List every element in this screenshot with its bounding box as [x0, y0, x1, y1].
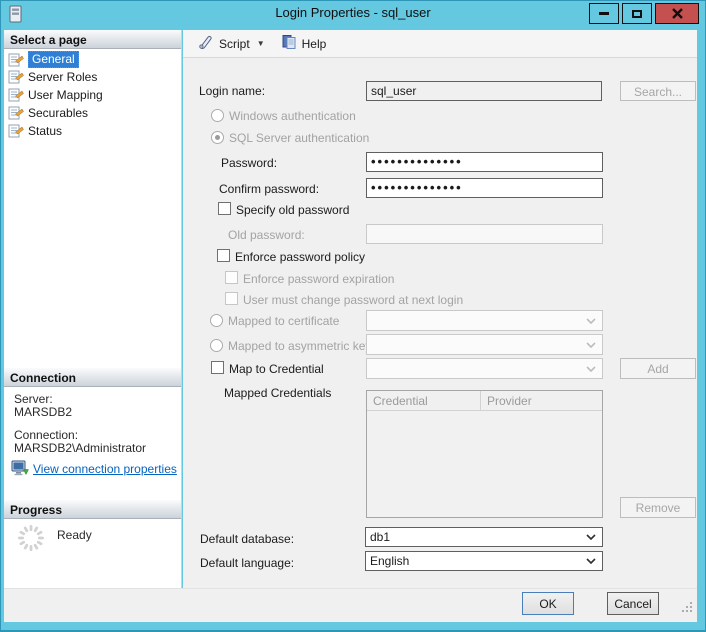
map-to-credential-label: Map to Credential — [229, 362, 324, 376]
script-label: Script — [219, 37, 250, 51]
mapped-to-asymmetric-key-label: Mapped to asymmetric key — [228, 339, 371, 353]
page-icon — [8, 87, 24, 102]
mapped-to-certificate-label: Mapped to certificate — [228, 314, 339, 328]
default-database-label: Default database: — [200, 532, 294, 546]
sidebar-item-label: Server Roles — [28, 70, 97, 84]
chevron-down-icon — [586, 318, 596, 324]
sql-authentication-label: SQL Server authentication — [229, 131, 369, 145]
script-icon — [196, 34, 214, 53]
map-to-credential-checkbox[interactable] — [211, 361, 224, 374]
sidebar-item-status[interactable]: Status — [8, 122, 62, 139]
login-name-input[interactable]: sql_user — [366, 81, 602, 101]
must-change-password-checkbox[interactable] — [225, 292, 238, 305]
page-icon — [8, 105, 24, 120]
default-database-combobox[interactable]: db1 — [365, 527, 603, 547]
sidebar-item-server-roles[interactable]: Server Roles — [8, 68, 97, 85]
sidebar-item-securables[interactable]: Securables — [8, 104, 88, 121]
ok-button[interactable]: OK — [522, 592, 574, 615]
minimize-button[interactable] — [589, 3, 619, 24]
select-a-page-header: Select a page — [4, 30, 181, 49]
default-database-value: db1 — [370, 530, 390, 544]
titlebar[interactable]: Login Properties - sql_user — [0, 0, 706, 28]
minimize-icon — [599, 12, 609, 15]
help-button[interactable]: Help — [277, 32, 331, 55]
script-dropdown-icon[interactable]: ▼ — [257, 39, 265, 48]
password-input[interactable]: •••••••••••••• — [366, 152, 603, 172]
remove-button[interactable]: Remove — [620, 497, 696, 518]
connection-label: Connection: — [14, 428, 78, 442]
sidebar: Select a page General Server Roles User … — [4, 30, 182, 588]
enforce-password-policy-checkbox[interactable] — [217, 249, 230, 262]
server-value: MARSDB2 — [14, 405, 72, 419]
sidebar-item-general[interactable]: General — [8, 51, 79, 68]
footer-bar: OK Cancel — [4, 588, 697, 622]
password-label: Password: — [221, 156, 277, 170]
windows-authentication-radio[interactable] — [211, 109, 224, 122]
server-label: Server: — [14, 392, 53, 406]
page-icon — [8, 69, 24, 84]
connection-value: MARSDB2\Administrator — [14, 441, 146, 455]
enforce-password-expiration-checkbox[interactable] — [225, 271, 238, 284]
page-icon — [8, 123, 24, 138]
old-password-input[interactable] — [366, 224, 603, 244]
default-language-value: English — [370, 554, 409, 568]
default-language-label: Default language: — [200, 556, 294, 570]
specify-old-password-label: Specify old password — [236, 203, 349, 217]
credential-combobox[interactable] — [366, 358, 603, 379]
progress-status: Ready — [57, 528, 92, 542]
resize-grip[interactable] — [682, 600, 693, 618]
confirm-password-label: Confirm password: — [219, 182, 319, 196]
enforce-password-policy-label: Enforce password policy — [235, 250, 365, 264]
page-icon — [8, 52, 24, 67]
maximize-button[interactable] — [622, 3, 652, 24]
progress-header: Progress — [4, 500, 181, 519]
connection-header: Connection — [4, 368, 181, 387]
provider-column-header[interactable]: Provider — [481, 391, 602, 410]
progress-spinner-icon — [15, 522, 47, 559]
table-header-row: Credential Provider — [367, 391, 602, 411]
help-icon — [281, 34, 297, 53]
old-password-label: Old password: — [228, 228, 305, 242]
chevron-down-icon — [586, 558, 596, 564]
close-button[interactable] — [655, 3, 699, 24]
must-change-password-label: User must change password at next login — [243, 293, 463, 307]
sidebar-item-label: General — [28, 51, 79, 68]
sidebar-item-label: User Mapping — [28, 88, 103, 102]
chevron-down-icon — [586, 366, 596, 372]
asymmetric-key-combobox[interactable] — [366, 334, 603, 355]
mapped-to-certificate-radio[interactable] — [210, 314, 223, 327]
sql-authentication-radio[interactable] — [211, 131, 224, 144]
window-controls — [589, 3, 699, 24]
credential-column-header[interactable]: Credential — [367, 391, 481, 410]
chevron-down-icon — [586, 342, 596, 348]
windows-authentication-label: Windows authentication — [229, 109, 356, 123]
default-language-combobox[interactable]: English — [365, 551, 603, 571]
close-icon — [672, 8, 683, 19]
confirm-password-input[interactable]: •••••••••••••• — [366, 178, 603, 198]
connection-properties-icon — [11, 460, 30, 482]
mapped-credentials-table[interactable]: Credential Provider — [366, 390, 603, 518]
login-name-label: Login name: — [199, 84, 265, 98]
search-button[interactable]: Search... — [620, 81, 696, 101]
maximize-icon — [632, 10, 642, 18]
confirm-password-dots: •••••••••••••• — [371, 180, 463, 195]
mapped-to-asymmetric-key-radio[interactable] — [210, 339, 223, 352]
enforce-password-expiration-label: Enforce password expiration — [243, 272, 394, 286]
login-properties-window: Login Properties - sql_user Select a pag… — [0, 0, 706, 632]
toolbar: Script ▼ Help — [183, 30, 697, 58]
add-button[interactable]: Add — [620, 358, 696, 379]
chevron-down-icon — [586, 534, 596, 540]
password-dots: •••••••••••••• — [371, 154, 463, 169]
help-label: Help — [302, 37, 327, 51]
sidebar-item-label: Securables — [28, 106, 88, 120]
main-panel: Script ▼ Help Login name: sql_user Searc… — [183, 30, 697, 588]
sidebar-item-user-mapping[interactable]: User Mapping — [8, 86, 103, 103]
specify-old-password-checkbox[interactable] — [218, 202, 231, 215]
certificate-combobox[interactable] — [366, 310, 603, 331]
script-button[interactable]: Script ▼ — [192, 32, 269, 55]
cancel-button[interactable]: Cancel — [607, 592, 659, 615]
mapped-credentials-label: Mapped Credentials — [224, 386, 331, 400]
view-connection-properties-link[interactable]: View connection properties — [33, 462, 177, 476]
sidebar-item-label: Status — [28, 124, 62, 138]
